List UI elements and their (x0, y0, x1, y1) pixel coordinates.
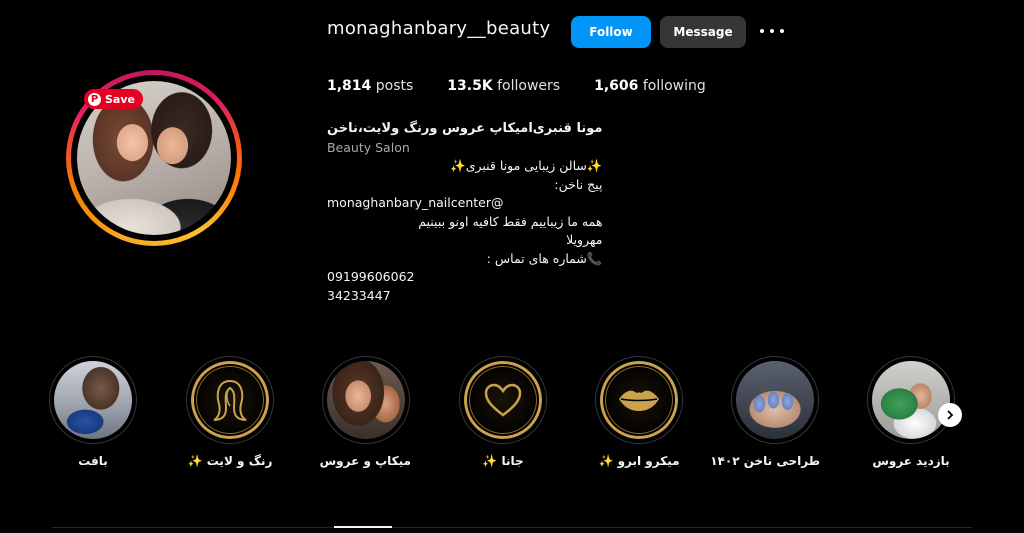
profile-bio: مونا قنبری‌امیکاپ عروس ورنگ ولایت،ناخن B… (327, 120, 602, 305)
chevron-right-icon (947, 410, 954, 420)
message-button[interactable]: Message (660, 16, 746, 48)
followers-label: followers (497, 78, 561, 94)
highlight-item[interactable]: میکرو ابرو ✨ (594, 356, 684, 468)
tabs-divider (52, 527, 972, 528)
lips-icon (600, 361, 678, 439)
highlight-label: بافت (78, 454, 108, 468)
active-tab-indicator (334, 526, 392, 528)
bio-mention-link[interactable]: monaghanbary_nailcenter@ (327, 194, 602, 213)
highlight-cover-photo (872, 361, 950, 439)
save-label: Save (105, 92, 135, 106)
pinterest-icon: P (88, 92, 101, 106)
followers-count: 13.5K (447, 78, 493, 94)
posts-count: 1,814 (327, 78, 372, 94)
bio-phone: 09199606062 (327, 269, 415, 284)
posts-stat[interactable]: 1,814 posts (327, 78, 413, 94)
highlights-next-button[interactable] (938, 403, 962, 427)
highlight-label: جانا ✨ (482, 454, 524, 468)
highlight-label: بازدید عروس (872, 454, 950, 468)
more-options-icon[interactable] (760, 26, 784, 36)
highlight-item[interactable]: طراحی ناخن ۱۴۰۲ (710, 356, 820, 468)
posts-label: posts (375, 78, 414, 94)
following-count: 1,606 (594, 78, 639, 94)
following-stat[interactable]: 1,606 following (594, 78, 706, 94)
bio-line: 📞شماره های تماس : (486, 250, 603, 266)
highlight-label: طراحی ناخن ۱۴۰۲ (710, 454, 820, 468)
highlight-item[interactable]: رنگ و لایت ✨ (185, 356, 275, 468)
highlight-cover-photo (54, 361, 132, 439)
highlight-item[interactable]: جانا ✨ (458, 356, 548, 468)
bio-line: ✨سالن زیبایی مونا قنبری✨ (450, 158, 603, 173)
bio-line: همه ما زیباییم فقط کافیه اونو ببینیم (418, 213, 603, 229)
highlight-label: میکاپ و عروس (319, 454, 411, 468)
highlight-cover-photo (327, 361, 405, 439)
pinterest-save-button[interactable]: P Save (84, 89, 143, 109)
bio-line: پیج ناخن: (554, 176, 603, 192)
follow-button[interactable]: Follow (571, 16, 651, 48)
highlight-item[interactable]: بافت (48, 356, 138, 468)
following-label: following (642, 78, 706, 94)
bio-line: مهرویلا (566, 232, 603, 247)
highlight-cover-photo (736, 361, 814, 439)
bio-phone: 34233447 (327, 287, 391, 303)
profile-stats: 1,814 posts 13.5K followers 1,606 follow… (327, 78, 740, 94)
bio-category: Beauty Salon (327, 139, 410, 155)
highlight-item[interactable]: میکاپ و عروس (319, 356, 411, 468)
bio-name: مونا قنبری‌امیکاپ عروس ورنگ ولایت،ناخن (327, 121, 603, 136)
profile-username: monaghanbary__beauty (327, 18, 551, 39)
followers-stat[interactable]: 13.5K followers (447, 78, 560, 94)
heart-icon (464, 361, 542, 439)
hair-icon (191, 361, 269, 439)
highlight-label: میکرو ابرو ✨ (598, 454, 680, 468)
highlight-label: رنگ و لایت ✨ (187, 454, 273, 468)
